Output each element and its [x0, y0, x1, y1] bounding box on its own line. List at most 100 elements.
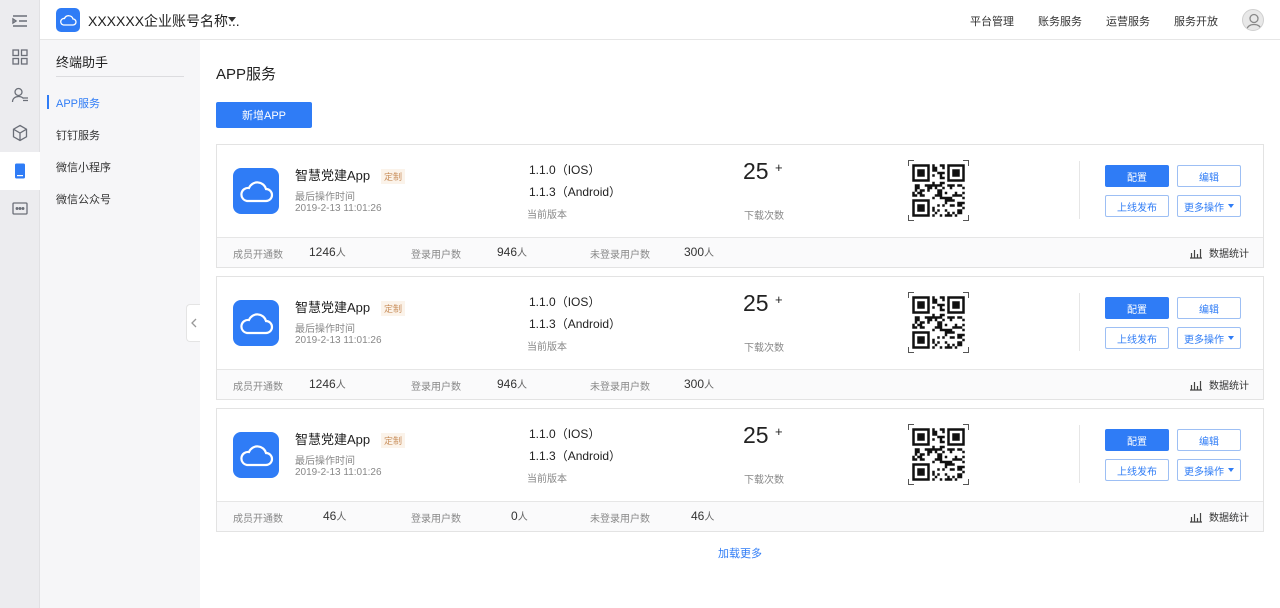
terminal-device-icon[interactable]: [0, 152, 40, 190]
secondary-sidebar: 终端助手 APP服务 钉钉服务 微信小程序 微信公众号: [40, 40, 200, 608]
load-more-link[interactable]: 加载更多: [718, 545, 762, 561]
unit-label: 人: [517, 512, 528, 523]
cloud-logo-icon: [56, 8, 80, 32]
data-stats-link[interactable]: 数据统计: [1189, 509, 1249, 524]
data-stats-link[interactable]: 数据统计: [1189, 245, 1249, 260]
cloud-app-icon: [233, 168, 279, 214]
unit-label: 人: [517, 380, 528, 391]
logged-in-label: 登录用户数: [411, 514, 461, 525]
menu-toggle-icon[interactable]: [0, 2, 40, 40]
last-op-time: 2019-2-13 11:01:26: [295, 203, 382, 214]
edit-button[interactable]: 编辑: [1177, 297, 1241, 319]
logged-count: 946: [497, 245, 518, 259]
nav-operation-service[interactable]: 运营服务: [1106, 13, 1150, 29]
message-icon[interactable]: [0, 190, 40, 228]
more-actions-button[interactable]: 更多操作: [1177, 327, 1241, 349]
members-opened-value: 46人: [323, 508, 346, 523]
nav-platform-manage[interactable]: 平台管理: [970, 13, 1014, 29]
cube-icon[interactable]: [0, 114, 40, 152]
current-version-label: 当前版本: [527, 474, 567, 485]
edit-button[interactable]: 编辑: [1177, 165, 1241, 187]
qr-code-icon[interactable]: [908, 292, 969, 353]
custom-tag: 定制: [381, 433, 406, 448]
collapse-sidebar-button[interactable]: [186, 304, 200, 342]
android-version: 1.1.3（Android）: [529, 185, 622, 199]
publish-button[interactable]: 上线发布: [1105, 459, 1169, 481]
not-logged-in-value: 300人: [684, 376, 714, 391]
current-version-label: 当前版本: [527, 210, 567, 221]
sidebar-item-wechat-miniprogram[interactable]: 微信小程序: [56, 159, 111, 175]
unit-label: 人: [704, 380, 715, 391]
members-opened-value: 1246人: [309, 376, 346, 391]
card-footer: 成员开通数 46人 登录用户数 0人 未登录用户数 46人 数据统计: [217, 501, 1263, 531]
data-stats-link[interactable]: 数据统计: [1189, 377, 1249, 392]
custom-tag: 定制: [381, 169, 406, 184]
app-name[interactable]: 智慧党建App: [295, 429, 370, 448]
qr-code-icon[interactable]: [908, 424, 969, 485]
qr-code-icon[interactable]: [908, 160, 969, 221]
more-actions-label: 更多操作: [1184, 202, 1224, 214]
cloud-app-icon: [233, 300, 279, 346]
download-label: 下载次数: [744, 211, 784, 222]
logged-in-value: 0人: [511, 508, 528, 523]
divider: [1079, 425, 1080, 483]
add-app-button[interactable]: 新增APP: [216, 102, 312, 128]
not-logged-count: 300: [684, 245, 705, 259]
app-name[interactable]: 智慧党建App: [295, 165, 370, 184]
nav-billing-service[interactable]: 账务服务: [1038, 13, 1082, 29]
custom-tag: 定制: [381, 301, 406, 316]
not-logged-in-value: 300人: [684, 244, 714, 259]
sidebar-item-app-service[interactable]: APP服务: [56, 95, 100, 111]
not-logged-count: 46: [691, 509, 705, 523]
download-count: 25: [743, 422, 769, 448]
sidebar-item-dingtalk-service[interactable]: 钉钉服务: [56, 127, 100, 143]
android-version: 1.1.3（Android）: [529, 317, 622, 331]
last-op-time: 2019-2-13 11:01:26: [295, 335, 382, 346]
edit-button[interactable]: 编辑: [1177, 429, 1241, 451]
publish-button[interactable]: 上线发布: [1105, 327, 1169, 349]
download-label: 下载次数: [744, 343, 784, 354]
more-actions-button[interactable]: 更多操作: [1177, 459, 1241, 481]
sidebar-title: 终端助手: [56, 55, 109, 70]
last-op-label: 最后操作时间: [295, 192, 355, 203]
divider: [1079, 293, 1080, 351]
logged-count: 0: [511, 509, 518, 523]
app-name[interactable]: 智慧党建App: [295, 297, 370, 316]
chevron-down-icon: [1228, 204, 1234, 208]
data-stats-label: 数据统计: [1209, 249, 1249, 260]
more-actions-button[interactable]: 更多操作: [1177, 195, 1241, 217]
bar-chart-icon: [1190, 512, 1202, 523]
sidebar-divider: [56, 76, 184, 77]
org-account-name[interactable]: XXXXXX企业账号名称...: [88, 11, 240, 31]
android-version: 1.1.3（Android）: [529, 449, 622, 463]
logged-in-label: 登录用户数: [411, 250, 461, 261]
user-avatar-icon[interactable]: [1242, 9, 1264, 31]
last-op-time: 2019-2-13 11:01:26: [295, 467, 382, 478]
download-label: 下载次数: [744, 475, 784, 486]
members-opened-value: 1246人: [309, 244, 346, 259]
ios-version: 1.1.0（IOS）: [529, 427, 601, 441]
nav-service-open[interactable]: 服务开放: [1174, 13, 1218, 29]
bar-chart-icon: [1190, 248, 1202, 259]
last-op-label: 最后操作时间: [295, 324, 355, 335]
cloud-app-icon: [233, 432, 279, 478]
configure-button[interactable]: 配置: [1105, 297, 1169, 319]
configure-button[interactable]: 配置: [1105, 165, 1169, 187]
grid-apps-icon[interactable]: [0, 38, 40, 76]
download-plus: +: [775, 160, 783, 175]
members-opened-label: 成员开通数: [233, 382, 283, 393]
not-logged-in-value: 46人: [691, 508, 714, 523]
not-logged-in-label: 未登录用户数: [590, 514, 650, 525]
ios-version: 1.1.0（IOS）: [529, 163, 601, 177]
chevron-down-icon[interactable]: [228, 17, 236, 22]
not-logged-count: 300: [684, 377, 705, 391]
user-manage-icon[interactable]: [0, 76, 40, 114]
app-card: 智慧党建App 定制 最后操作时间 2019-2-13 11:01:26 1.1…: [216, 144, 1264, 268]
last-op-label: 最后操作时间: [295, 456, 355, 467]
sidebar-item-wechat-official[interactable]: 微信公众号: [56, 191, 111, 207]
card-footer: 成员开通数 1246人 登录用户数 946人 未登录用户数 300人 数据统计: [217, 369, 1263, 399]
unit-label: 人: [336, 512, 347, 523]
publish-button[interactable]: 上线发布: [1105, 195, 1169, 217]
data-stats-label: 数据统计: [1209, 513, 1249, 524]
configure-button[interactable]: 配置: [1105, 429, 1169, 451]
